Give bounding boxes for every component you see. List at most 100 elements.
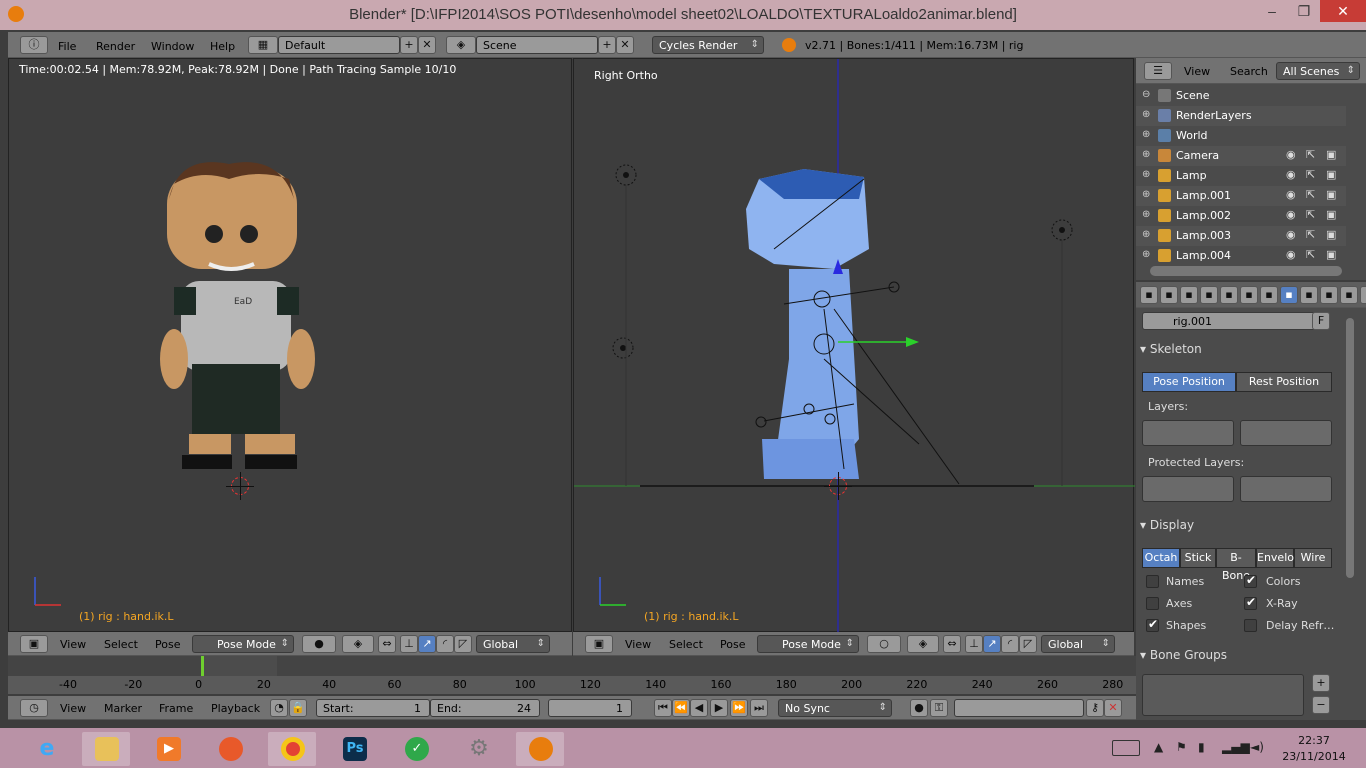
eye-icon[interactable]: ◉	[1286, 168, 1296, 181]
orientation-select[interactable]: Global	[476, 635, 550, 653]
armature-datablock-field[interactable]: rig.001	[1142, 312, 1318, 330]
editor-type-info-icon[interactable]: ⓘ	[20, 36, 48, 54]
outliner-row[interactable]: ⊕ Lamp.001 ◉ ⇱ ▣	[1136, 186, 1346, 206]
keying-set-field[interactable]	[954, 699, 1084, 717]
menu-pose[interactable]: Pose	[720, 638, 745, 651]
expand-icon[interactable]: ⊕	[1142, 209, 1150, 220]
bone-groups-list[interactable]	[1142, 674, 1304, 716]
ortho-viewport[interactable]: Right Ortho (1) rig : hand.ik.L	[573, 58, 1135, 633]
maximize-button[interactable]: ❐	[1288, 0, 1320, 22]
menu-frame[interactable]: Frame	[159, 702, 193, 715]
editor-type-clock-icon[interactable]: ◷	[20, 699, 48, 717]
menu-view[interactable]: View	[1184, 65, 1210, 78]
preview-range-icon[interactable]: ◔	[270, 699, 288, 717]
menu-view[interactable]: View	[625, 638, 651, 651]
render-icon[interactable]: ▣	[1326, 168, 1336, 181]
record-icon[interactable]: ●	[910, 699, 928, 717]
display-envelope-button[interactable]: Envelo	[1256, 548, 1294, 568]
shading-select[interactable]: ○	[867, 635, 901, 653]
render-icon[interactable]: ▣	[1326, 208, 1336, 221]
menu-select[interactable]: Select	[104, 638, 138, 651]
modifiers-tab-icon[interactable]: ▪	[1260, 286, 1278, 304]
bone-groups-panel-header[interactable]: ▾ Bone Groups	[1140, 648, 1338, 668]
protected-layers-grid-a[interactable]	[1142, 476, 1234, 502]
outliner-row[interactable]: ⊕ Lamp.002 ◉ ⇱ ▣	[1136, 206, 1346, 226]
fake-user-toggle[interactable]: F	[1312, 312, 1330, 330]
outliner-filter-select[interactable]: All Scenes	[1276, 62, 1360, 80]
expand-icon[interactable]: ⊕	[1142, 169, 1150, 180]
texture-tab-icon[interactable]: ▪	[1360, 286, 1366, 304]
screen-layout-field[interactable]: Default	[278, 36, 400, 54]
outliner-row[interactable]: ⊕ Lamp ◉ ⇱ ▣	[1136, 166, 1346, 186]
sync-select[interactable]: No Sync	[778, 699, 892, 717]
render-tab-icon[interactable]: ▪	[1140, 286, 1158, 304]
menu-file[interactable]: File	[58, 40, 76, 53]
render-layers-tab-icon[interactable]: ▪	[1160, 286, 1178, 304]
properties-panel[interactable]: rig.001 F ▾ Skeleton Pose Position Rest …	[1136, 308, 1366, 720]
expand-icon[interactable]: ⊕	[1142, 129, 1150, 140]
scene-icon[interactable]: ◈	[446, 36, 476, 54]
insert-key-icon[interactable]: ⚷	[1086, 699, 1104, 717]
orientation-select[interactable]: Global	[1041, 635, 1115, 653]
remove-layout-icon[interactable]: ✕	[418, 36, 436, 54]
rest-position-button[interactable]: Rest Position	[1236, 372, 1332, 392]
rotate-icon[interactable]: ◜	[1001, 635, 1019, 653]
delete-key-icon[interactable]: ✕	[1104, 699, 1122, 717]
cursor-icon[interactable]: ⇱	[1306, 188, 1315, 201]
protected-layers-grid-b[interactable]	[1240, 476, 1332, 502]
current-frame-field[interactable]: 1	[548, 699, 632, 717]
outliner-row-label[interactable]: Lamp	[1176, 169, 1207, 182]
scale-icon[interactable]: ◸	[454, 635, 472, 653]
xray-checkbox[interactable]	[1244, 595, 1257, 610]
names-checkbox[interactable]	[1146, 575, 1159, 588]
menu-window[interactable]: Window	[151, 40, 194, 53]
cursor-icon[interactable]: ⇱	[1306, 208, 1315, 221]
eye-icon[interactable]: ◉	[1286, 208, 1296, 221]
bone-layers-grid-a[interactable]	[1142, 420, 1234, 446]
axes-checkbox[interactable]	[1146, 597, 1159, 610]
prev-keyframe-icon[interactable]: ⏪	[672, 699, 690, 717]
mode-select[interactable]: Pose Mode	[757, 635, 859, 653]
explorer-taskbar-button[interactable]	[82, 732, 130, 766]
outliner-row-label[interactable]: Lamp.003	[1176, 229, 1231, 242]
clock-time[interactable]: 22:37	[1284, 734, 1344, 747]
outliner-row[interactable]: ⊕ Camera ◉ ⇱ ▣	[1136, 146, 1346, 166]
network-icon[interactable]: ▂▄▆	[1222, 740, 1250, 754]
pivot-select[interactable]: ◈	[342, 635, 374, 653]
bone-tab-icon[interactable]: ▪	[1300, 286, 1318, 304]
menu-view[interactable]: View	[60, 702, 86, 715]
eye-icon[interactable]: ◉	[1286, 188, 1296, 201]
outliner-row[interactable]: ⊕ Lamp.004 ◉ ⇱ ▣	[1136, 246, 1346, 266]
outliner-hscrollbar[interactable]	[1150, 266, 1342, 276]
photoshop-taskbar-button[interactable]: Ps	[330, 732, 378, 766]
jump-end-icon[interactable]: ⏭	[750, 699, 768, 717]
firefox-taskbar-button[interactable]	[206, 732, 254, 766]
volume-icon[interactable]: ◄)	[1250, 740, 1264, 754]
editor-type-3d-icon[interactable]: ▣	[585, 635, 613, 653]
outliner-row-label[interactable]: Scene	[1176, 89, 1210, 102]
menu-view[interactable]: View	[60, 638, 86, 651]
current-frame-marker[interactable]	[201, 656, 204, 676]
screen-layout-icon[interactable]: ▦	[248, 36, 278, 54]
shapes-checkbox[interactable]	[1146, 617, 1159, 632]
manipulator-icon[interactable]: ⊥	[400, 635, 418, 653]
frame-ruler[interactable]: -40 -20 0 20 40 60 80 100 120 140 160 180 200 220 240 2…	[8, 676, 1136, 694]
tray-arrow-icon[interactable]: ▲	[1154, 740, 1163, 754]
snap-icon[interactable]: ⇔	[378, 635, 396, 653]
rotate-icon[interactable]: ◜	[436, 635, 454, 653]
constraints-tab-icon[interactable]: ▪	[1240, 286, 1258, 304]
keying-set-icon[interactable]: ⚿	[930, 699, 948, 717]
outliner-tree[interactable]: ⊖ Scene ⊕ RenderLayers ⊕ World ⊕ Camera ◉ ⇱ ▣ ⊕ Lamp…	[1136, 84, 1366, 280]
outliner-row[interactable]: ⊕ RenderLayers	[1136, 106, 1346, 126]
next-keyframe-icon[interactable]: ⏩	[730, 699, 748, 717]
clock-date[interactable]: 23/11/2014	[1276, 750, 1352, 763]
outliner-row[interactable]: ⊖ Scene	[1136, 86, 1346, 106]
menu-render[interactable]: Render	[96, 40, 135, 53]
cursor-icon[interactable]: ⇱	[1306, 228, 1315, 241]
object-tab-icon[interactable]: ▪	[1220, 286, 1238, 304]
start-frame-field[interactable]: Start: 1	[316, 699, 430, 717]
outliner-row[interactable]: ⊕ World	[1136, 126, 1346, 146]
eye-icon[interactable]: ◉	[1286, 248, 1296, 261]
rendered-viewport[interactable]: Time:00:02.54 | Mem:78.92M, Peak:78.92M …	[8, 58, 572, 632]
translate-icon[interactable]: ↗	[418, 635, 436, 653]
